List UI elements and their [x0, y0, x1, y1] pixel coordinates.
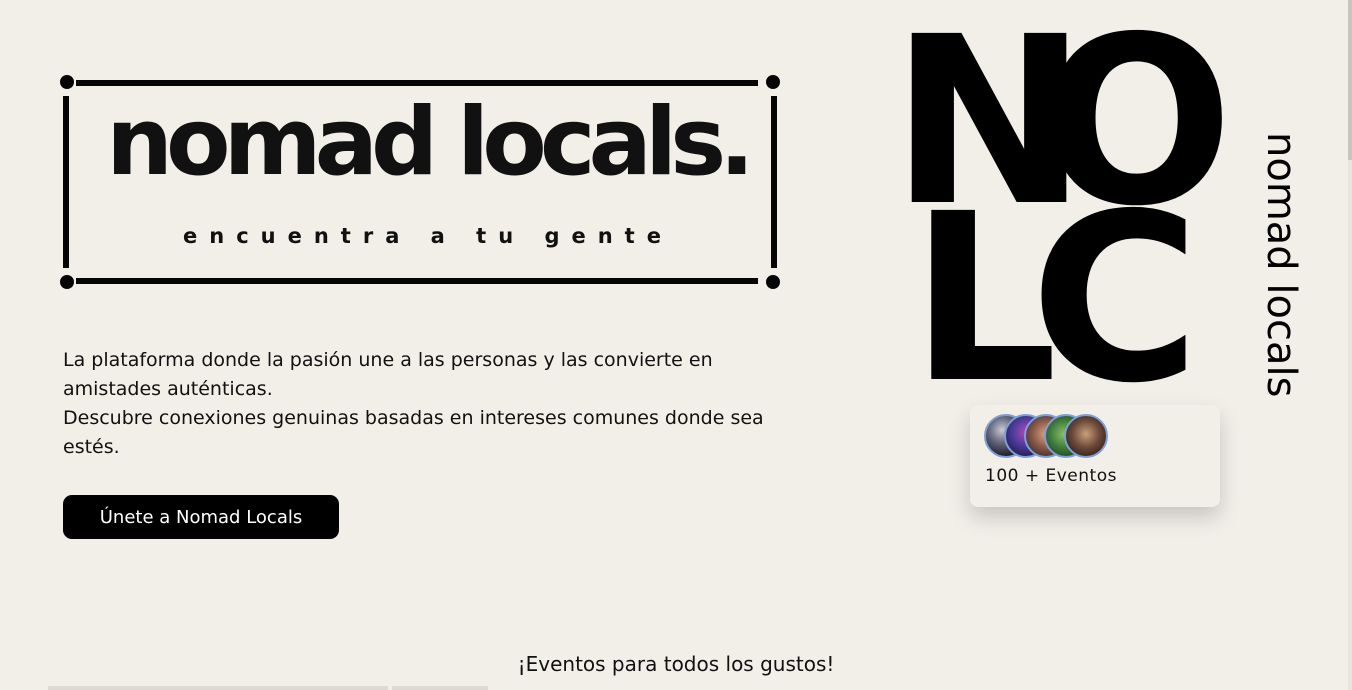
join-button[interactable]: Únete a Nomad Locals: [63, 495, 339, 539]
vertical-brand-label: nomad locals: [1258, 132, 1304, 398]
logo-frame-top: [76, 80, 758, 86]
page-scrollbar[interactable]: [1348, 0, 1352, 690]
logo-frame-right: [771, 96, 777, 268]
intro-text: La plataforma donde la pasión une a las …: [63, 346, 803, 462]
frame-corner-dot: [766, 75, 780, 89]
events-section-heading: ¡Eventos para todos los gustos!: [517, 652, 835, 676]
intro-line-2: Descubre conexiones genuinas basadas en …: [63, 407, 764, 458]
logo-wordmark: nomad locals.: [106, 88, 755, 197]
bottom-strip: [0, 686, 1352, 690]
logo-frame-bottom: [76, 278, 758, 284]
hero-logo: nomad locals. encuentra a tu gente: [58, 74, 782, 290]
intro-line-1: La plataforma donde la pasión une a las …: [63, 349, 713, 400]
frame-corner-dot: [60, 275, 74, 289]
logo-letter-c: C: [1030, 164, 1201, 434]
bottom-tab: [48, 686, 388, 690]
logo-tagline: encuentra a tu gente: [183, 224, 673, 248]
frame-corner-dot: [766, 275, 780, 289]
nolc-logo: N O L C: [890, 6, 1290, 415]
events-card[interactable]: 100 + Eventos: [970, 405, 1220, 507]
event-avatar: [1064, 414, 1108, 458]
logo-frame-left: [63, 96, 69, 268]
bottom-tab: [392, 686, 488, 690]
events-count: 100 + Eventos: [985, 466, 1117, 486]
scrollbar-thumb[interactable]: [1348, 0, 1352, 160]
frame-corner-dot: [60, 75, 74, 89]
